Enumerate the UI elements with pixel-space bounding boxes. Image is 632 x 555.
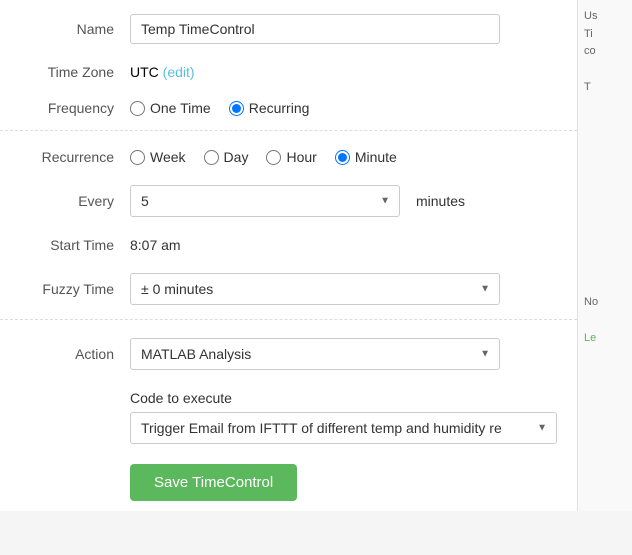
timezone-row: Time Zone UTC (edit) xyxy=(0,54,577,90)
save-section: Save TimeControl xyxy=(0,458,577,511)
every-select[interactable]: 1 2 3 4 5 10 15 20 30 xyxy=(130,185,400,217)
fuzzy-time-select[interactable]: ± 0 minutes ± 1 minutes ± 5 minutes ± 10… xyxy=(130,273,500,305)
name-value[interactable] xyxy=(130,14,557,44)
side-panel: Us Ti co T No Le xyxy=(577,0,632,511)
side-text-1: Us Ti co xyxy=(584,8,626,61)
every-label: Every xyxy=(20,193,130,209)
every-value: 1 2 3 4 5 10 15 20 30 minutes xyxy=(130,185,557,217)
action-select[interactable]: MATLAB Analysis Send Email HTTP Request xyxy=(130,338,500,370)
side-link[interactable]: Le xyxy=(584,332,596,344)
recurrence-minute[interactable]: Minute xyxy=(335,149,397,165)
recurrence-minute-radio[interactable] xyxy=(335,150,350,165)
action-value[interactable]: MATLAB Analysis Send Email HTTP Request xyxy=(130,338,557,370)
start-time-row: Start Time 8:07 am xyxy=(0,227,577,263)
code-label: Code to execute xyxy=(130,390,577,406)
name-row: Name xyxy=(0,0,577,54)
name-input[interactable] xyxy=(130,14,500,44)
frequency-recurring-radio[interactable] xyxy=(229,101,244,116)
recurrence-day[interactable]: Day xyxy=(204,149,249,165)
code-select[interactable]: Trigger Email from IFTTT of different te… xyxy=(130,412,557,444)
recurrence-minute-label[interactable]: Minute xyxy=(355,149,397,165)
save-button[interactable]: Save TimeControl xyxy=(130,464,297,501)
frequency-recurring[interactable]: Recurring xyxy=(229,100,310,116)
recurrence-week-label[interactable]: Week xyxy=(150,149,186,165)
frequency-row: Frequency One Time Recurring xyxy=(0,90,577,131)
action-select-wrapper: MATLAB Analysis Send Email HTTP Request xyxy=(130,338,500,370)
code-select-wrapper-outer: Trigger Email from IFTTT of different te… xyxy=(130,412,557,444)
timezone-value: UTC (edit) xyxy=(130,64,557,80)
timezone-edit-link[interactable]: (edit) xyxy=(163,64,195,80)
recurrence-options: Week Day Hour Minute xyxy=(130,149,557,165)
every-select-wrapper: 1 2 3 4 5 10 15 20 30 xyxy=(130,185,400,217)
side-text-6: Le xyxy=(584,330,626,348)
minutes-suffix: minutes xyxy=(416,193,465,209)
fuzzy-time-label: Fuzzy Time xyxy=(20,281,130,297)
frequency-label: Frequency xyxy=(20,100,130,116)
side-text-2: T xyxy=(584,79,626,97)
recurrence-hour-label[interactable]: Hour xyxy=(286,149,316,165)
every-row: Every 1 2 3 4 5 10 15 20 30 minutes xyxy=(0,175,577,227)
start-time-text: 8:07 am xyxy=(130,237,181,253)
fuzzy-time-row: Fuzzy Time ± 0 minutes ± 1 minutes ± 5 m… xyxy=(0,263,577,320)
recurrence-label: Recurrence xyxy=(20,149,130,165)
start-time-value: 8:07 am xyxy=(130,237,557,253)
timezone-label: Time Zone xyxy=(20,64,130,80)
recurrence-week-radio[interactable] xyxy=(130,150,145,165)
recurrence-week[interactable]: Week xyxy=(130,149,186,165)
frequency-options: One Time Recurring xyxy=(130,100,557,116)
frequency-one-time[interactable]: One Time xyxy=(130,100,211,116)
recurrence-hour-radio[interactable] xyxy=(266,150,281,165)
frequency-one-time-label[interactable]: One Time xyxy=(150,100,211,116)
name-label: Name xyxy=(20,21,130,37)
frequency-recurring-label[interactable]: Recurring xyxy=(249,100,310,116)
code-select-wrapper: Trigger Email from IFTTT of different te… xyxy=(130,412,557,444)
recurrence-day-label[interactable]: Day xyxy=(224,149,249,165)
timezone-text: UTC xyxy=(130,64,159,80)
fuzzy-time-select-wrapper: ± 0 minutes ± 1 minutes ± 5 minutes ± 10… xyxy=(130,273,500,305)
start-time-label: Start Time xyxy=(20,237,130,253)
recurrence-row: Recurrence Week Day Hour Minute xyxy=(0,135,577,175)
code-section: Code to execute Trigger Email from IFTTT… xyxy=(0,390,577,444)
recurrence-hour[interactable]: Hour xyxy=(266,149,316,165)
fuzzy-time-value[interactable]: ± 0 minutes ± 1 minutes ± 5 minutes ± 10… xyxy=(130,273,557,305)
action-label: Action xyxy=(20,346,130,362)
frequency-one-time-radio[interactable] xyxy=(130,101,145,116)
recurrence-day-radio[interactable] xyxy=(204,150,219,165)
action-row: Action MATLAB Analysis Send Email HTTP R… xyxy=(0,324,577,380)
side-text-5: No xyxy=(584,294,626,312)
